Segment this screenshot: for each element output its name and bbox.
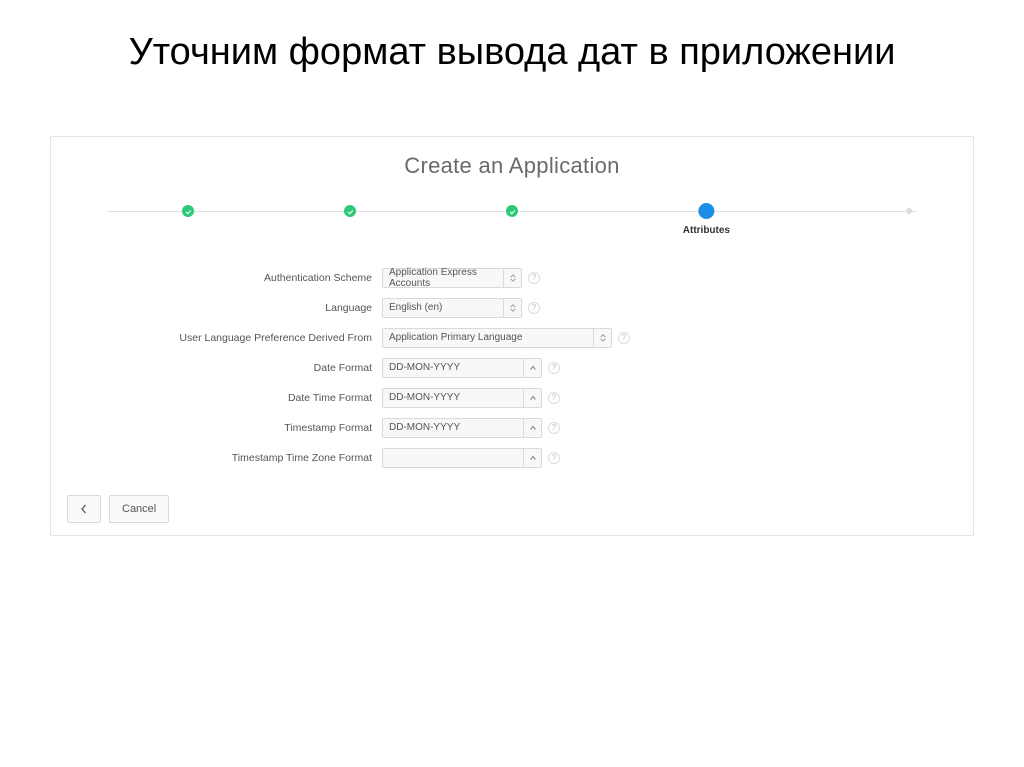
row-user-lang-pref: User Language Preference Derived From Ap… <box>172 327 852 349</box>
step-3[interactable] <box>506 205 518 217</box>
step-5[interactable] <box>906 205 912 214</box>
input-date-time-format[interactable]: DD-MON-YYYY <box>382 388 542 408</box>
step-2[interactable] <box>344 205 356 217</box>
chevron-updown-icon <box>503 269 521 287</box>
row-timestamp-format: Timestamp Format DD-MON-YYYY ? <box>172 417 852 439</box>
chevron-updown-icon <box>503 299 521 317</box>
row-auth-scheme: Authentication Scheme Application Expres… <box>172 267 852 289</box>
select-auth-scheme-value: Application Express Accounts <box>389 267 499 289</box>
label-language: Language <box>172 302 382 314</box>
label-auth-scheme: Authentication Scheme <box>172 272 382 284</box>
future-step-icon <box>906 208 912 214</box>
active-step-icon <box>698 203 714 219</box>
label-date-format: Date Format <box>172 362 382 374</box>
wizard-footer: Cancel <box>67 495 957 523</box>
select-language-value: English (en) <box>389 302 442 313</box>
back-button[interactable] <box>67 495 101 523</box>
input-date-format-value: DD-MON-YYYY <box>389 362 460 373</box>
form: Authentication Scheme Application Expres… <box>172 267 852 469</box>
step-label-attributes: Attributes <box>683 225 730 236</box>
label-timestamp-tz-format: Timestamp Time Zone Format <box>172 452 382 464</box>
select-auth-scheme[interactable]: Application Express Accounts <box>382 268 522 288</box>
row-date-format: Date Format DD-MON-YYYY ? <box>172 357 852 379</box>
label-user-lang-pref: User Language Preference Derived From <box>172 332 382 344</box>
help-icon[interactable]: ? <box>548 452 560 464</box>
label-date-time-format: Date Time Format <box>172 392 382 404</box>
chevron-up-icon[interactable] <box>523 449 541 467</box>
check-icon <box>344 205 356 217</box>
wizard-stepper: Attributes <box>107 205 917 245</box>
row-language: Language English (en) ? <box>172 297 852 319</box>
select-user-lang-pref[interactable]: Application Primary Language <box>382 328 612 348</box>
row-date-time-format: Date Time Format DD-MON-YYYY ? <box>172 387 852 409</box>
input-date-time-format-value: DD-MON-YYYY <box>389 392 460 403</box>
input-timestamp-tz-format[interactable] <box>382 448 542 468</box>
help-icon[interactable]: ? <box>528 302 540 314</box>
label-timestamp-format: Timestamp Format <box>172 422 382 434</box>
help-icon[interactable]: ? <box>528 272 540 284</box>
input-timestamp-format-value: DD-MON-YYYY <box>389 422 460 433</box>
chevron-up-icon[interactable] <box>523 359 541 377</box>
chevron-up-icon[interactable] <box>523 419 541 437</box>
check-icon <box>182 205 194 217</box>
help-icon[interactable]: ? <box>618 332 630 344</box>
help-icon[interactable]: ? <box>548 362 560 374</box>
help-icon[interactable]: ? <box>548 392 560 404</box>
wizard-title: Create an Application <box>67 153 957 179</box>
step-1[interactable] <box>182 205 194 217</box>
select-language[interactable]: English (en) <box>382 298 522 318</box>
chevron-up-icon[interactable] <box>523 389 541 407</box>
chevron-left-icon <box>79 504 89 514</box>
input-date-format[interactable]: DD-MON-YYYY <box>382 358 542 378</box>
row-timestamp-tz-format: Timestamp Time Zone Format ? <box>172 447 852 469</box>
select-user-lang-pref-value: Application Primary Language <box>389 332 522 343</box>
help-icon[interactable]: ? <box>548 422 560 434</box>
step-4-attributes[interactable]: Attributes <box>683 205 730 236</box>
wizard-panel: Create an Application Attributes Authent… <box>50 136 974 536</box>
check-icon <box>506 205 518 217</box>
input-timestamp-format[interactable]: DD-MON-YYYY <box>382 418 542 438</box>
chevron-updown-icon <box>593 329 611 347</box>
slide-title: Уточним формат вывода дат в приложении <box>0 0 1024 96</box>
cancel-button[interactable]: Cancel <box>109 495 169 523</box>
